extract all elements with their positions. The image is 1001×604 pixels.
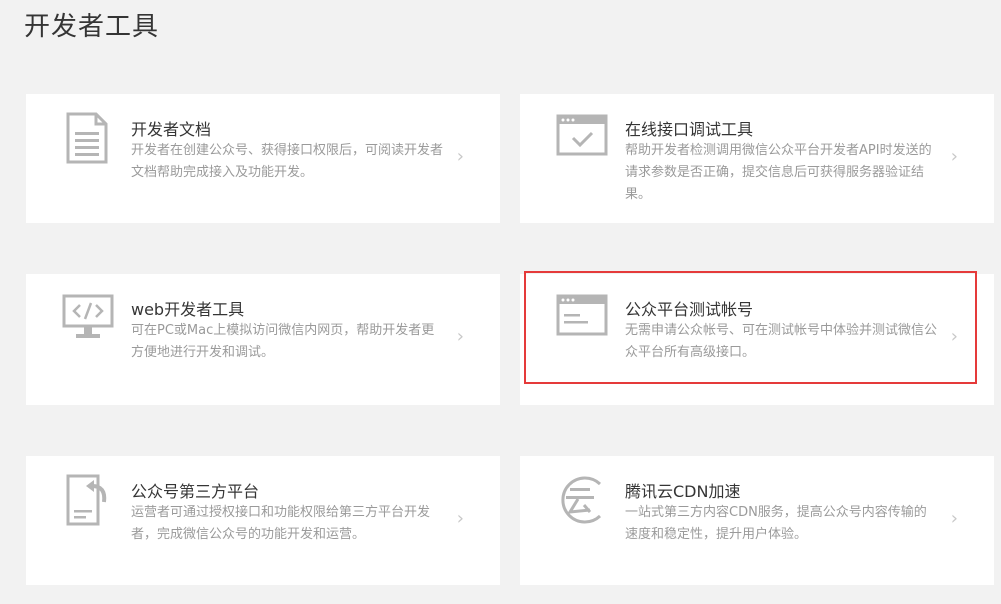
browser-check-icon	[556, 114, 608, 156]
monitor-code-icon	[62, 294, 114, 338]
card-online-api-debugger[interactable]: 在线接口调试工具 帮助开发者检测调用微信公众平台开发者API时发送的请求参数是否…	[520, 94, 994, 223]
card-title: 在线接口调试工具	[625, 120, 754, 139]
card-web-developer-tools[interactable]: web开发者工具 可在PC或Mac上模拟访问微信内网页，帮助开发者更方便地进行开…	[26, 274, 500, 405]
card-title: 公众号第三方平台	[131, 482, 260, 501]
chevron-right-icon: ›	[456, 146, 464, 167]
card-description: 无需申请公众帐号、可在测试帐号中体验并测试微信公众平台所有高级接口。	[625, 323, 938, 360]
document-icon	[66, 112, 108, 164]
browser-window-icon	[556, 294, 608, 336]
chevron-right-icon: ›	[950, 326, 958, 347]
card-title: 腾讯云CDN加速	[625, 482, 741, 501]
card-test-account[interactable]: 公众平台测试帐号 无需申请公众帐号、可在测试帐号中体验并测试微信公众平台所有高级…	[520, 274, 994, 405]
chevron-right-icon: ›	[456, 326, 464, 347]
card-title: 公众平台测试帐号	[625, 300, 754, 319]
card-developer-docs[interactable]: 开发者文档 开发者在创建公众号、获得接口权限后，可阅读开发者文档帮助完成接入及功…	[26, 94, 500, 223]
chevron-right-icon: ›	[456, 508, 464, 529]
card-description: 可在PC或Mac上模拟访问微信内网页，帮助开发者更方便地进行开发和调试。	[131, 323, 435, 360]
card-description: 运营者可通过授权接口和功能权限给第三方平台开发者，完成微信公众号的功能开发和运营…	[131, 505, 431, 542]
card-title: web开发者工具	[131, 300, 245, 319]
card-description: 一站式第三方内容CDN服务，提高公众号内容传输的速度和稳定性，提升用户体验。	[625, 505, 927, 542]
card-tencent-cloud-cdn[interactable]: 腾讯云CDN加速 一站式第三方内容CDN服务，提高公众号内容传输的速度和稳定性，…	[520, 456, 994, 585]
card-description: 帮助开发者检测调用微信公众平台开发者API时发送的请求参数是否正确，提交信息后可…	[625, 143, 932, 202]
chevron-right-icon: ›	[950, 146, 958, 167]
doc-return-icon	[66, 474, 107, 526]
cloud-cdn-icon	[561, 476, 602, 524]
card-title: 开发者文档	[131, 120, 212, 139]
page-title: 开发者工具	[24, 12, 160, 42]
chevron-right-icon: ›	[950, 508, 958, 529]
card-third-party-platform[interactable]: 公众号第三方平台 运营者可通过授权接口和功能权限给第三方平台开发者，完成微信公众…	[26, 456, 500, 585]
card-description: 开发者在创建公众号、获得接口权限后，可阅读开发者文档帮助完成接入及功能开发。	[131, 143, 444, 180]
